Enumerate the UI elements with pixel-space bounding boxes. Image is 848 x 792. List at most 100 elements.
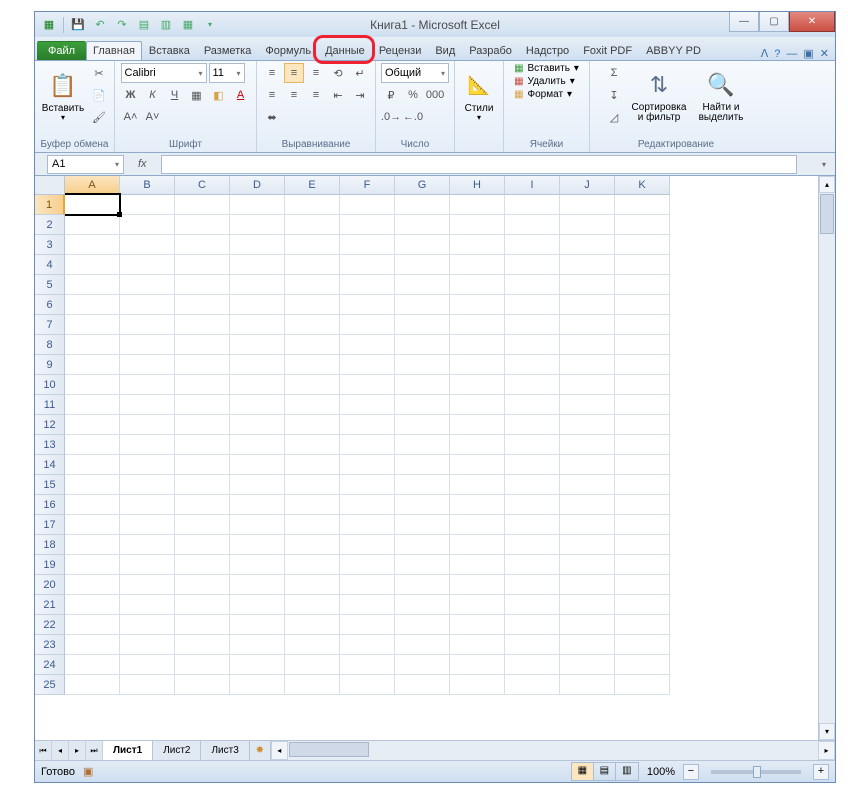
cell[interactable] <box>230 215 285 235</box>
cell[interactable] <box>175 435 230 455</box>
cells-format-button[interactable]: ▦Формат ▾ <box>514 89 579 100</box>
align-right-icon[interactable]: ≡ <box>306 85 326 105</box>
cell[interactable] <box>450 235 505 255</box>
cell[interactable] <box>230 375 285 395</box>
cell[interactable] <box>120 495 175 515</box>
sort-filter-button[interactable]: ⇅ Сортировка и фильтр <box>628 63 690 129</box>
cell[interactable] <box>615 395 670 415</box>
cell[interactable] <box>340 515 395 535</box>
underline-icon[interactable]: Ч <box>165 85 185 105</box>
cell[interactable] <box>175 275 230 295</box>
cell[interactable] <box>505 415 560 435</box>
cell[interactable] <box>450 455 505 475</box>
cell[interactable] <box>175 555 230 575</box>
cell[interactable] <box>285 195 340 215</box>
cell[interactable] <box>285 215 340 235</box>
cell[interactable] <box>560 315 615 335</box>
number-format-combo[interactable]: Общий▾ <box>381 63 449 83</box>
cell[interactable] <box>65 335 120 355</box>
cell[interactable] <box>120 375 175 395</box>
fill-color-icon[interactable]: ◧ <box>209 85 229 105</box>
cell[interactable] <box>285 275 340 295</box>
cell[interactable] <box>285 295 340 315</box>
cell[interactable] <box>340 255 395 275</box>
bold-icon[interactable]: Ж <box>121 85 141 105</box>
cell[interactable] <box>65 375 120 395</box>
decrease-decimal-icon[interactable]: ←.0 <box>403 107 423 127</box>
cell[interactable] <box>120 195 175 215</box>
tab-developer[interactable]: Разрабо <box>462 41 519 60</box>
qat-icon-1[interactable]: ▤ <box>134 15 154 35</box>
cell[interactable] <box>450 315 505 335</box>
tab-review[interactable]: Рецензи <box>372 41 429 60</box>
cell[interactable] <box>395 675 450 695</box>
cell[interactable] <box>120 555 175 575</box>
cell[interactable] <box>450 435 505 455</box>
sheet-tab-2[interactable]: Лист2 <box>153 741 201 760</box>
save-icon[interactable]: 💾 <box>68 15 88 35</box>
cell[interactable] <box>65 215 120 235</box>
cell[interactable] <box>230 315 285 335</box>
cell[interactable] <box>65 635 120 655</box>
row-header[interactable]: 23 <box>35 635 65 655</box>
cell[interactable] <box>65 295 120 315</box>
cell[interactable] <box>65 315 120 335</box>
cell[interactable] <box>175 635 230 655</box>
cell[interactable] <box>450 535 505 555</box>
cell[interactable] <box>560 395 615 415</box>
cell[interactable] <box>560 255 615 275</box>
cell[interactable] <box>340 335 395 355</box>
cell[interactable] <box>615 515 670 535</box>
scroll-right-icon[interactable]: ▸ <box>818 741 835 760</box>
cell[interactable] <box>560 375 615 395</box>
row-header[interactable]: 19 <box>35 555 65 575</box>
cell[interactable] <box>340 295 395 315</box>
cell[interactable] <box>615 555 670 575</box>
cell[interactable] <box>340 315 395 335</box>
cell[interactable] <box>395 475 450 495</box>
macro-record-icon[interactable]: ▣ <box>83 765 93 778</box>
cell[interactable] <box>285 595 340 615</box>
cell[interactable] <box>395 435 450 455</box>
column-header[interactable]: D <box>230 176 285 195</box>
cell[interactable] <box>230 455 285 475</box>
cell[interactable] <box>450 295 505 315</box>
view-normal-icon[interactable]: ▦ <box>572 763 594 780</box>
align-center-icon[interactable]: ≡ <box>284 85 304 105</box>
cell[interactable] <box>285 355 340 375</box>
font-size-combo[interactable]: 11▾ <box>209 63 245 83</box>
row-header[interactable]: 22 <box>35 615 65 635</box>
cell[interactable] <box>285 455 340 475</box>
sheet-tab-1[interactable]: Лист1 <box>103 741 153 760</box>
increase-font-icon[interactable]: A˄ <box>121 107 141 127</box>
tab-pagelayout[interactable]: Разметка <box>197 41 259 60</box>
cell[interactable] <box>505 235 560 255</box>
column-header[interactable]: F <box>340 176 395 195</box>
cell[interactable] <box>615 535 670 555</box>
cell[interactable] <box>340 535 395 555</box>
cell[interactable] <box>65 275 120 295</box>
cell[interactable] <box>175 235 230 255</box>
row-header[interactable]: 17 <box>35 515 65 535</box>
cell[interactable] <box>230 675 285 695</box>
cell[interactable] <box>340 595 395 615</box>
cell[interactable] <box>175 315 230 335</box>
cell[interactable] <box>285 335 340 355</box>
cell[interactable] <box>285 375 340 395</box>
cell[interactable] <box>505 515 560 535</box>
cell[interactable] <box>175 475 230 495</box>
cell[interactable] <box>230 395 285 415</box>
cell[interactable] <box>120 275 175 295</box>
cell[interactable] <box>285 535 340 555</box>
cell[interactable] <box>395 275 450 295</box>
cell[interactable] <box>560 215 615 235</box>
maximize-button[interactable]: ▢ <box>759 12 789 32</box>
cell[interactable] <box>285 575 340 595</box>
zoom-in-button[interactable]: + <box>813 764 829 780</box>
formula-input[interactable] <box>161 155 797 174</box>
cell[interactable] <box>120 255 175 275</box>
scroll-down-icon[interactable]: ▾ <box>819 723 835 740</box>
cell[interactable] <box>340 395 395 415</box>
cell[interactable] <box>395 355 450 375</box>
cell[interactable] <box>450 675 505 695</box>
